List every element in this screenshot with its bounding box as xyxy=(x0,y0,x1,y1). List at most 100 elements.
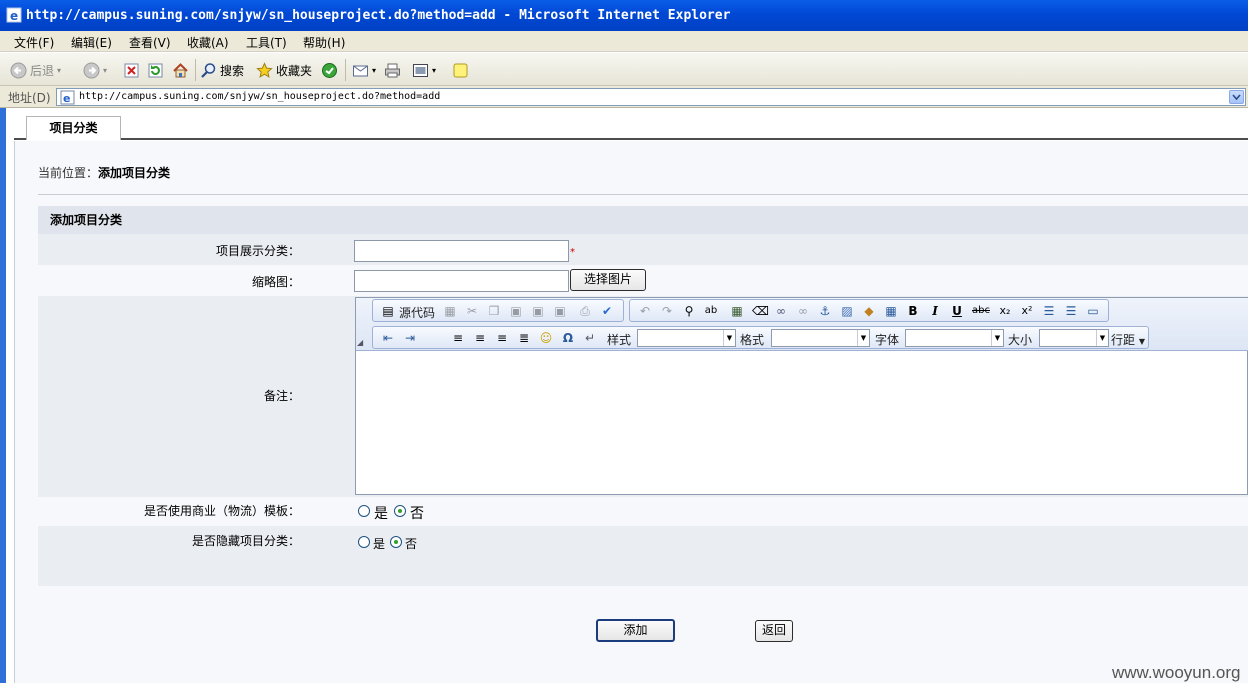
commercial-no-radio[interactable] xyxy=(394,505,406,517)
search-icon xyxy=(201,62,216,78)
mail-icon xyxy=(353,65,368,76)
favorites-button[interactable]: 收藏夹 xyxy=(256,60,312,80)
redo-icon[interactable]: ↷ xyxy=(660,304,674,318)
superscript-icon[interactable]: x² xyxy=(1020,304,1034,318)
menu-help[interactable]: 帮助(H) xyxy=(303,34,345,51)
thumbnail-label: 缩略图： xyxy=(251,275,300,289)
align-left-icon[interactable]: ≡ xyxy=(451,331,465,345)
outdent-icon[interactable]: ⇤ xyxy=(381,331,395,345)
paste-text-icon[interactable]: ▣ xyxy=(531,304,545,318)
align-right-icon[interactable]: ≡ xyxy=(495,331,509,345)
source-button[interactable]: 源代码 xyxy=(399,304,435,321)
bulleted-list-icon[interactable]: ☰ xyxy=(1064,304,1078,318)
align-justify-icon[interactable]: ≣ xyxy=(517,331,531,345)
star-icon xyxy=(256,61,273,78)
address-dropdown[interactable] xyxy=(1229,90,1244,104)
format-select[interactable]: ▼ xyxy=(771,329,870,347)
copy-icon[interactable]: ❐ xyxy=(487,304,501,318)
bold-icon[interactable]: B xyxy=(906,304,920,318)
commercial-yes-radio[interactable] xyxy=(358,505,370,517)
home-button[interactable] xyxy=(172,60,189,80)
tab-project-category[interactable]: 项目分类 xyxy=(26,116,121,140)
editor-content-area[interactable] xyxy=(360,356,1240,486)
save-icon[interactable]: ▦ xyxy=(443,304,457,318)
hidden-yes-radio[interactable] xyxy=(358,536,370,548)
eraser-icon[interactable]: ⌫ xyxy=(752,304,769,318)
font-select[interactable]: ▼ xyxy=(905,329,1004,347)
chevron-down-icon: ▾ xyxy=(57,65,62,75)
print-icon[interactable]: ⎙ xyxy=(578,304,592,318)
stop-button[interactable] xyxy=(123,60,140,80)
back-label: 后退 xyxy=(30,63,55,78)
edit-page-icon xyxy=(413,63,428,77)
find-icon[interactable]: ⚲ xyxy=(682,304,696,318)
svg-text:e: e xyxy=(10,9,18,23)
underline-icon[interactable]: U xyxy=(950,304,964,318)
strikethrough-icon[interactable]: abc xyxy=(972,304,990,318)
table-icon[interactable]: ▦ xyxy=(884,304,898,318)
media-button[interactable] xyxy=(321,60,338,80)
flash-icon[interactable]: ◆ xyxy=(862,304,876,318)
favorites-label: 收藏夹 xyxy=(276,63,313,78)
spellcheck-icon[interactable]: ✔ xyxy=(600,304,614,318)
breadcrumb-current: 添加项目分类 xyxy=(98,166,171,180)
mail-button[interactable]: ▾ xyxy=(352,60,376,80)
paste-word-icon[interactable]: ▣ xyxy=(553,304,567,318)
select-image-button[interactable]: 选择图片 xyxy=(570,269,646,291)
back-button[interactable]: 后退 ▾ xyxy=(10,60,61,80)
collapse-toolbar-icon[interactable]: ◢ xyxy=(357,338,363,347)
edit-button[interactable]: ▾ xyxy=(412,60,436,80)
line-height-label: 行距 xyxy=(1111,333,1136,347)
thumbnail-input[interactable] xyxy=(354,270,569,292)
indent-icon[interactable]: ⇥ xyxy=(403,331,417,345)
select-all-icon[interactable]: ▦ xyxy=(730,304,744,318)
link-icon[interactable]: ∞ xyxy=(774,304,788,318)
undo-icon[interactable]: ↶ xyxy=(638,304,652,318)
format-label: 格式 xyxy=(740,333,765,347)
numbered-list-icon[interactable]: ☰ xyxy=(1042,304,1056,318)
align-center-icon[interactable]: ≡ xyxy=(473,331,487,345)
editor-group-format: ↶ ↷ ⚲ ab ▦ ⌫ ∞ ∞ ⚓ ▨ ◆ ▦ B I U abc x₂ x²… xyxy=(629,299,1109,322)
italic-icon[interactable]: I xyxy=(928,304,942,318)
font-label: 字体 xyxy=(875,333,900,347)
menu-view[interactable]: 查看(V) xyxy=(129,34,171,51)
image-icon[interactable]: ▨ xyxy=(840,304,854,318)
search-button[interactable]: 搜索 xyxy=(200,60,244,80)
search-label: 搜索 xyxy=(220,63,245,78)
menu-bar: 文件(F) 编辑(E) 查看(V) 收藏(A) 工具(T) 帮助(H) xyxy=(0,31,1248,52)
menu-favorites[interactable]: 收藏(A) xyxy=(187,34,229,51)
menu-file[interactable]: 文件(F) xyxy=(14,34,54,51)
category-input[interactable] xyxy=(354,240,569,262)
svg-text:e: e xyxy=(63,92,70,105)
rich-text-editor[interactable]: ◢ ▤ 源代码 ▦ ✂ ❐ ▣ ▣ ▣ ⎙ ✔ ↶ ↷ ⚲ ab ▦ ⌫ ∞ ∞… xyxy=(355,297,1248,495)
menu-edit[interactable]: 编辑(E) xyxy=(71,34,112,51)
smiley-icon[interactable]: ☺ xyxy=(539,331,553,345)
address-url: http://campus.suning.com/snjyw/sn_housep… xyxy=(79,91,441,102)
anchor-icon[interactable]: ⚓ xyxy=(818,304,832,318)
menu-tools[interactable]: 工具(T) xyxy=(246,34,287,51)
unlink-icon[interactable]: ∞ xyxy=(796,304,810,318)
forward-button[interactable]: ▾ xyxy=(83,60,107,80)
hidden-no-label: 否 xyxy=(405,537,418,551)
editor-toolbar: ◢ ▤ 源代码 ▦ ✂ ❐ ▣ ▣ ▣ ⎙ ✔ ↶ ↷ ⚲ ab ▦ ⌫ ∞ ∞… xyxy=(356,298,1248,351)
subscript-icon[interactable]: x₂ xyxy=(998,304,1012,318)
size-select[interactable]: ▼ xyxy=(1039,329,1109,347)
add-button[interactable]: 添加 xyxy=(596,619,675,642)
refresh-button[interactable] xyxy=(147,60,164,80)
cut-icon[interactable]: ✂ xyxy=(465,304,479,318)
print-button[interactable] xyxy=(384,60,401,80)
window-title: http://campus.suning.com/snjyw/sn_housep… xyxy=(26,8,731,23)
replace-icon[interactable]: ab xyxy=(704,304,718,318)
address-input[interactable]: e http://campus.suning.com/snjyw/sn_hous… xyxy=(56,88,1246,106)
page-break-icon[interactable]: ↵ xyxy=(583,331,597,345)
forward-arrow-icon xyxy=(83,62,100,78)
note-icon xyxy=(453,63,468,77)
hidden-no-radio[interactable] xyxy=(390,536,402,548)
paste-icon[interactable]: ▣ xyxy=(509,304,523,318)
style-select[interactable]: ▼ xyxy=(637,329,736,347)
blockquote-icon[interactable]: ▭ xyxy=(1086,304,1100,318)
special-char-icon[interactable]: Ω xyxy=(561,331,575,345)
messenger-button[interactable] xyxy=(452,60,469,80)
line-height-button[interactable]: 行距 ▼ xyxy=(1111,331,1145,348)
back-button-form[interactable]: 返回 xyxy=(755,620,793,642)
